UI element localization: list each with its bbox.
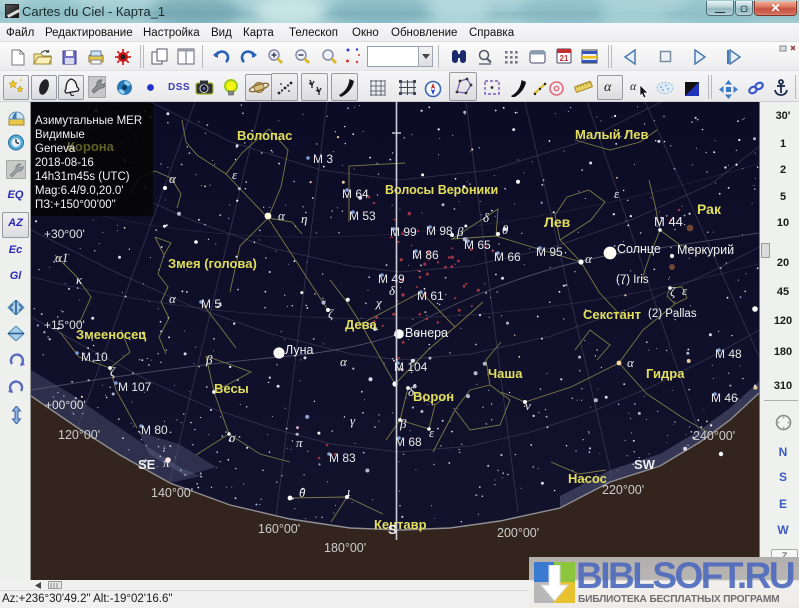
svg-text:η: η	[301, 211, 307, 226]
svg-text:М 86: М 86	[412, 248, 439, 262]
svg-text:+00°00': +00°00'	[45, 398, 86, 412]
svg-text:γ: γ	[350, 413, 356, 428]
svg-text:М 44: М 44	[654, 214, 683, 229]
svg-text:ε: ε	[682, 283, 688, 298]
svg-text:β: β	[399, 416, 407, 431]
svg-text:М 10: М 10	[81, 350, 108, 364]
svg-text:14h31m45s (UTC): 14h31m45s (UTC)	[35, 171, 130, 183]
svg-text:β: β	[456, 224, 464, 239]
svg-text:δ: δ	[408, 384, 415, 399]
svg-text:Волосы Вероники: Волосы Вероники	[385, 183, 498, 197]
svg-text:160°00': 160°00'	[258, 522, 300, 536]
svg-text:М 46: М 46	[711, 391, 738, 405]
svg-text:Чаша: Чаша	[488, 366, 523, 381]
svg-text:Секстант: Секстант	[583, 307, 641, 322]
svg-text:М 104: М 104	[394, 360, 428, 374]
svg-text:π: π	[296, 435, 303, 450]
svg-text:М 83: М 83	[329, 451, 356, 465]
svg-text:120°00': 120°00'	[58, 428, 100, 442]
svg-text:SE: SE	[138, 457, 156, 472]
svg-text:α: α	[585, 251, 593, 266]
svg-text:ζ: ζ	[670, 284, 676, 299]
svg-text:ζ: ζ	[328, 306, 334, 321]
svg-text:Mag:6.4/9.0,20.0': Mag:6.4/9.0,20.0'	[35, 185, 124, 197]
svg-text:(2) Pallas: (2) Pallas	[648, 308, 697, 320]
svg-text:χ: χ	[374, 295, 382, 310]
svg-text:М 53: М 53	[349, 209, 376, 223]
svg-text:δ: δ	[389, 283, 396, 298]
svg-text:+15°00': +15°00'	[44, 318, 85, 332]
svg-text:Рак: Рак	[697, 201, 722, 217]
svg-text:ε: ε	[614, 186, 620, 201]
svg-text:Меркурий: Меркурий	[677, 243, 734, 257]
svg-text:β: β	[205, 352, 213, 367]
svg-text:α: α	[169, 171, 177, 186]
svg-text:Весы: Весы	[214, 381, 249, 396]
svg-text:+30°00': +30°00'	[44, 227, 85, 241]
svg-text:220°00': 220°00'	[602, 483, 644, 497]
svg-text:Кентавр: Кентавр	[374, 517, 427, 532]
svg-text:140°00': 140°00'	[151, 486, 193, 500]
svg-text:α: α	[278, 208, 286, 223]
svg-text:М 5: М 5	[201, 297, 221, 311]
svg-text:М 68: М 68	[395, 435, 422, 449]
svg-text:S: S	[388, 522, 397, 537]
svg-text:κ: κ	[76, 272, 83, 287]
svg-text:Ворон: Ворон	[413, 389, 454, 404]
svg-text:Луна: Луна	[285, 343, 313, 357]
svg-text:(7) Iris: (7) Iris	[616, 274, 649, 286]
svg-text:ν: ν	[525, 398, 531, 413]
svg-text:2018-08-16: 2018-08-16	[35, 157, 94, 169]
svg-text:ПЗ:+150°00'00": ПЗ:+150°00'00"	[35, 199, 116, 211]
svg-text:ε: ε	[429, 425, 435, 440]
svg-text:М 65: М 65	[464, 238, 491, 252]
svg-text:М 98: М 98	[426, 224, 453, 238]
svg-text:π: π	[163, 455, 170, 470]
svg-text:Гидра: Гидра	[646, 366, 685, 381]
svg-text:Венера: Венера	[405, 326, 448, 340]
svg-text:Малый Лев: Малый Лев	[575, 127, 649, 142]
svg-text:α: α	[627, 355, 635, 370]
svg-text:М 95: М 95	[536, 245, 563, 259]
svg-text:SW: SW	[634, 457, 656, 472]
svg-text:Волопас: Волопас	[237, 128, 292, 143]
svg-text:ζ: ζ	[110, 364, 116, 379]
svg-text:α: α	[169, 291, 177, 306]
svg-text:М 61: М 61	[417, 289, 444, 303]
svg-text:Змея (голова): Змея (голова)	[168, 256, 257, 271]
svg-text:М 99: М 99	[390, 225, 417, 239]
svg-text:α: α	[340, 354, 348, 369]
svg-text:М 80: М 80	[141, 423, 168, 437]
svg-text:ι: ι	[347, 484, 351, 499]
svg-text:200°00': 200°00'	[497, 526, 539, 540]
svg-text:180°00': 180°00'	[324, 541, 366, 555]
svg-text:М 3: М 3	[313, 152, 333, 166]
svg-text:Видимые: Видимые	[35, 129, 85, 141]
svg-text:Geneva: Geneva	[35, 143, 76, 155]
svg-text:θ: θ	[299, 485, 306, 500]
svg-text:Азимутальные MER: Азимутальные MER	[35, 115, 142, 127]
svg-text:240°00': 240°00'	[693, 429, 735, 443]
svg-text:Дева: Дева	[345, 317, 377, 332]
svg-text:σ: σ	[229, 430, 236, 445]
svg-text:ε: ε	[232, 167, 238, 182]
svg-text:М 64: М 64	[342, 187, 369, 201]
svg-text:Лев: Лев	[544, 214, 571, 230]
svg-text:М 48: М 48	[715, 347, 742, 361]
svg-text:θ: θ	[502, 222, 509, 237]
svg-text:Змееносец: Змееносец	[76, 327, 146, 342]
svg-text:М 66: М 66	[494, 250, 521, 264]
svg-text:21: 21	[560, 54, 569, 63]
svg-text:Солнце: Солнце	[617, 242, 661, 256]
svg-text:М 107: М 107	[118, 380, 152, 394]
svg-text:δ: δ	[483, 210, 490, 225]
svg-text:α1: α1	[55, 250, 68, 265]
